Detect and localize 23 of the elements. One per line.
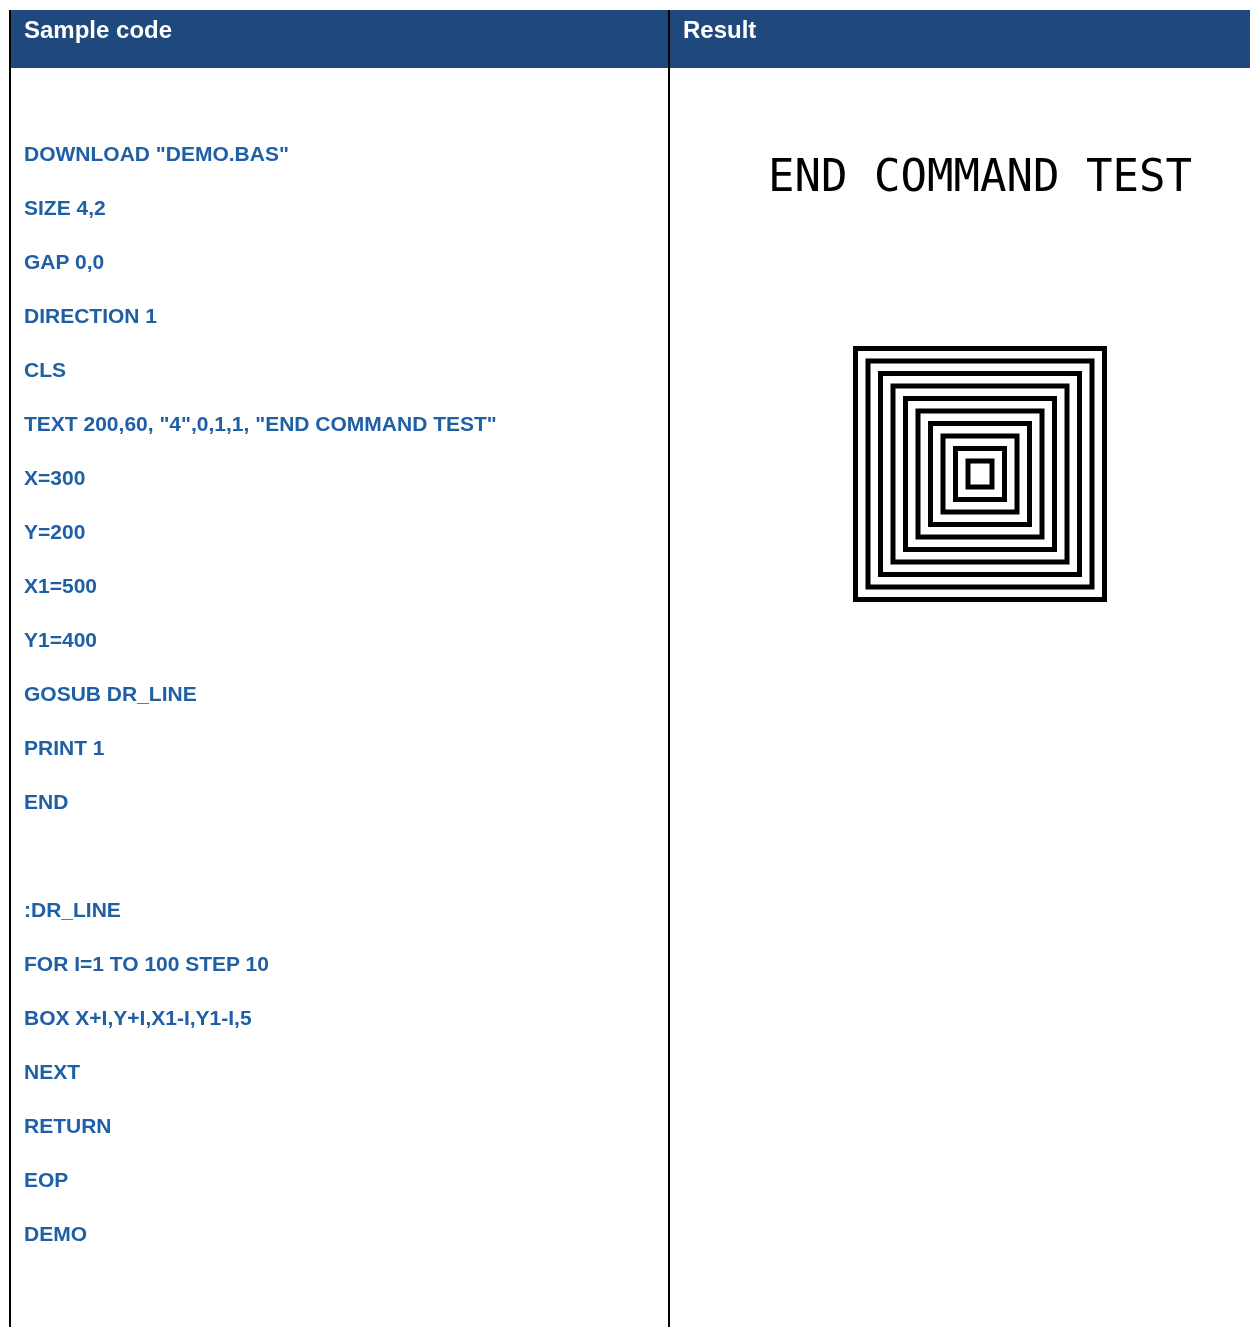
code-line: DOWNLOAD "DEMO.BAS" (24, 141, 289, 168)
code-line: RETURN (24, 1113, 112, 1140)
code-line: GOSUB DR_LINE (24, 681, 197, 708)
code-line: :DR_LINE (24, 897, 121, 924)
code-line: GAP 0,0 (24, 249, 105, 276)
code-line: NEXT (24, 1059, 80, 1086)
code-line: DEMO (24, 1221, 87, 1248)
code-line: Y1=400 (24, 627, 97, 654)
code-line: X=300 (24, 465, 86, 492)
code-line: EOP (24, 1167, 69, 1194)
code-line: SIZE 4,2 (24, 195, 106, 222)
code-line: BOX X+I,Y+I,X1-I,Y1-I,5 (24, 1005, 252, 1032)
code-line: FOR I=1 TO 100 STEP 10 (24, 951, 269, 978)
column-header: Sample code (23, 15, 173, 45)
code-line: X1=500 (24, 573, 97, 600)
code-line: TEXT 200,60, "4",0,1,1, "END COMMAND TEST" (24, 411, 497, 438)
code-line: CLS (24, 357, 66, 384)
label-text: END COMMAND TEST (768, 149, 1192, 203)
code-line: END (24, 789, 69, 816)
code-line: Y=200 (24, 519, 86, 546)
column-header: Result (682, 15, 757, 45)
code-line: DIRECTION 1 (24, 303, 157, 330)
code-line: PRINT 1 (24, 735, 105, 762)
